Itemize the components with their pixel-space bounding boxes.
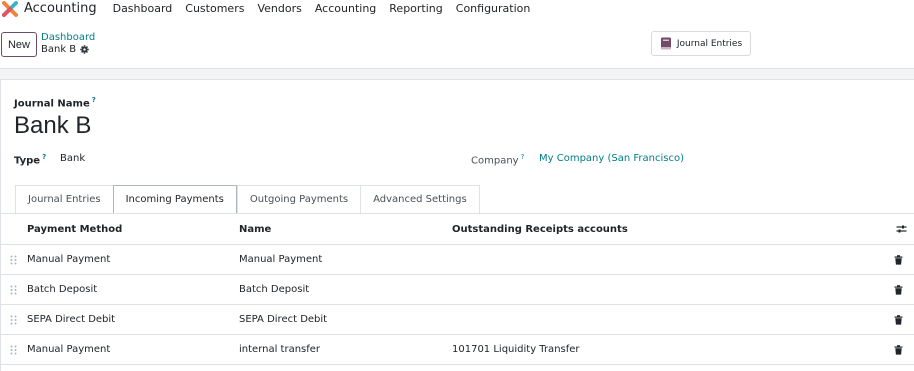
- table-row[interactable]: SEPA Direct Debit SEPA Direct Debit: [1, 305, 914, 335]
- name-cell[interactable]: Batch Deposit: [239, 275, 309, 304]
- drag-handle-icon[interactable]: [10, 275, 18, 304]
- payment-method-cell[interactable]: Manual Payment: [27, 335, 110, 364]
- drag-handle-icon[interactable]: [10, 305, 18, 334]
- breadcrumb-current: Bank B: [41, 44, 89, 55]
- type-label: Type?: [14, 153, 46, 166]
- drag-handle-icon[interactable]: [10, 335, 18, 364]
- journal-entries-label: Journal Entries: [676, 38, 743, 49]
- menu-customers[interactable]: Customers: [185, 2, 244, 15]
- name-cell[interactable]: internal transfer: [239, 335, 320, 364]
- company-field[interactable]: My Company (San Francisco): [539, 153, 684, 164]
- app-name[interactable]: Accounting: [24, 1, 97, 16]
- tab-outgoing-payments[interactable]: Outgoing Payments: [236, 185, 361, 214]
- column-header-outstanding-receipts[interactable]: Outstanding Receipts accounts: [452, 214, 628, 244]
- tab-incoming-payments[interactable]: Incoming Payments: [112, 185, 237, 214]
- gear-icon[interactable]: [80, 45, 89, 54]
- payment-method-cell[interactable]: Batch Deposit: [27, 275, 97, 304]
- table-header: Payment Method Name Outstanding Receipts…: [1, 214, 914, 245]
- type-help-icon[interactable]: ?: [42, 153, 46, 161]
- book-icon: [660, 37, 671, 50]
- sliders-icon: [896, 225, 907, 233]
- name-cell[interactable]: Manual Payment: [239, 245, 322, 274]
- menu-configuration[interactable]: Configuration: [456, 2, 531, 15]
- journal-name-label: Journal Name?: [14, 96, 96, 109]
- breadcrumb-parent[interactable]: Dashboard: [41, 32, 95, 43]
- tab-advanced-settings[interactable]: Advanced Settings: [360, 185, 480, 214]
- menu-dashboard[interactable]: Dashboard: [113, 2, 173, 15]
- app-logo-icon[interactable]: [2, 0, 18, 17]
- trash-icon[interactable]: [894, 275, 903, 304]
- payment-method-cell[interactable]: Manual Payment: [27, 245, 110, 274]
- table-row[interactable]: Manual Payment internal transfer 101701 …: [1, 335, 914, 365]
- payment-method-cell[interactable]: SEPA Direct Debit: [27, 305, 115, 334]
- top-navbar: Accounting Dashboard Customers Vendors A…: [0, 0, 914, 17]
- menu-reporting[interactable]: Reporting: [389, 2, 442, 15]
- company-help-icon[interactable]: ?: [521, 153, 525, 161]
- menu-accounting[interactable]: Accounting: [315, 2, 376, 15]
- journal-entries-smart-button[interactable]: Journal Entries: [651, 31, 751, 56]
- optional-columns-toggle[interactable]: [896, 214, 907, 244]
- trash-icon[interactable]: [894, 305, 903, 334]
- column-header-payment-method[interactable]: Payment Method: [27, 214, 122, 244]
- table-row[interactable]: Manual Payment Manual Payment: [1, 245, 914, 275]
- type-label-text: Type: [14, 155, 41, 167]
- trash-icon[interactable]: [894, 335, 903, 364]
- company-label: Company?: [471, 153, 524, 166]
- journal-name-help-icon[interactable]: ?: [92, 96, 96, 104]
- column-header-name[interactable]: Name: [239, 214, 271, 244]
- journal-name-label-text: Journal Name: [14, 98, 90, 110]
- type-field[interactable]: Bank: [60, 153, 85, 164]
- breadcrumb-current-label: Bank B: [41, 44, 77, 55]
- table-row[interactable]: Batch Deposit Batch Deposit: [1, 275, 914, 305]
- drag-handle-icon[interactable]: [10, 245, 18, 274]
- new-button[interactable]: New: [1, 32, 37, 57]
- name-cell[interactable]: SEPA Direct Debit: [239, 305, 327, 334]
- account-cell[interactable]: 101701 Liquidity Transfer: [452, 335, 580, 364]
- form-sheet: Journal Name? Bank B Type? Bank Company?…: [0, 79, 914, 371]
- menu-vendors[interactable]: Vendors: [257, 2, 301, 15]
- journal-name-field[interactable]: Bank B: [14, 112, 91, 140]
- tab-journal-entries[interactable]: Journal Entries: [15, 185, 113, 214]
- control-panel: New Dashboard Bank B Journal Entries: [0, 17, 914, 69]
- notebook-tabs: Journal Entries Incoming Payments Outgoi…: [15, 185, 480, 214]
- trash-icon[interactable]: [894, 245, 903, 274]
- payment-methods-table: Payment Method Name Outstanding Receipts…: [1, 214, 914, 365]
- company-label-text: Company: [471, 155, 519, 167]
